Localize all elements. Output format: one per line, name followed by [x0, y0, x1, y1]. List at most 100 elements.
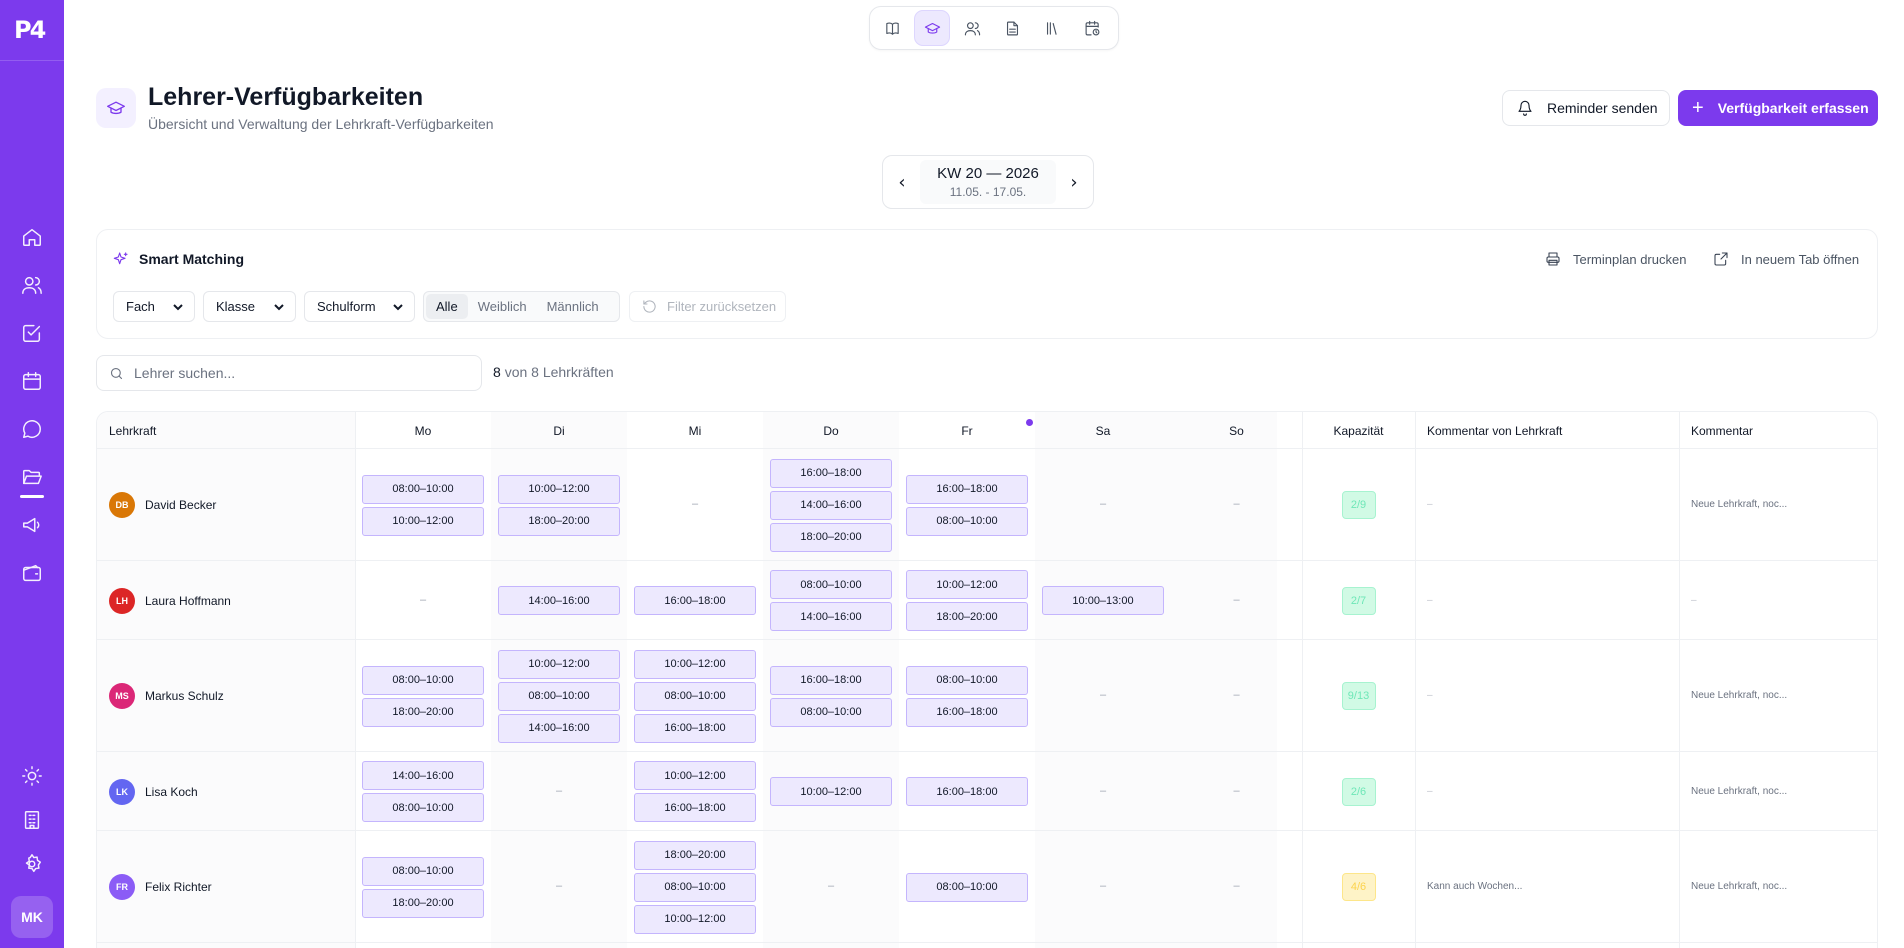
- teacher-comment[interactable]: –: [1427, 786, 1433, 797]
- time-slot[interactable]: 08:00–10:00: [362, 793, 484, 822]
- time-slot[interactable]: 08:00–10:00: [906, 665, 1028, 695]
- users-icon[interactable]: [20, 273, 44, 297]
- time-slot[interactable]: 10:00–12:00: [906, 570, 1028, 599]
- time-slot[interactable]: 16:00–18:00: [770, 665, 892, 695]
- time-slot[interactable]: 18:00–20:00: [498, 506, 620, 536]
- time-slot[interactable]: 10:00–13:00: [1042, 586, 1164, 615]
- chevron-down-icon: [274, 303, 284, 310]
- teacher-cell[interactable]: DB David Becker: [109, 492, 216, 518]
- graduation-cap-icon: [96, 88, 136, 128]
- send-reminder-button[interactable]: Reminder senden: [1502, 90, 1670, 126]
- add-availability-button[interactable]: + Verfügbarkeit erfassen: [1678, 90, 1878, 126]
- teacher-search: [96, 355, 482, 391]
- previous-week-button[interactable]: ‹: [891, 171, 913, 193]
- gear-icon[interactable]: [20, 852, 44, 876]
- graduation-cap-icon[interactable]: [914, 10, 950, 46]
- table-row: MS Markus Schulz 08:00–10:00 18:00–20:00 10:…: [97, 640, 1877, 752]
- open-new-tab-button[interactable]: In neuem Tab öffnen: [1713, 251, 1859, 267]
- time-slot[interactable]: 10:00–12:00: [634, 761, 756, 790]
- library-icon[interactable]: [1034, 10, 1070, 46]
- class-filter-dropdown[interactable]: Klasse: [203, 291, 296, 322]
- teacher-cell[interactable]: LH Laura Hoffmann: [109, 587, 231, 614]
- teacher-comment[interactable]: –: [1427, 595, 1433, 606]
- teacher-cell[interactable]: FR Felix Richter: [109, 874, 212, 900]
- time-slot[interactable]: 10:00–12:00: [634, 904, 756, 934]
- time-slot[interactable]: 16:00–18:00: [634, 713, 756, 743]
- time-slot[interactable]: 18:00–20:00: [634, 840, 756, 870]
- gender-male-option[interactable]: Männlich: [537, 294, 609, 319]
- time-slot[interactable]: 08:00–10:00: [362, 665, 484, 695]
- time-slot[interactable]: 16:00–18:00: [634, 793, 756, 822]
- sun-icon[interactable]: [20, 764, 44, 788]
- gender-female-option[interactable]: Weiblich: [468, 294, 537, 319]
- time-slot[interactable]: 18:00–20:00: [770, 522, 892, 552]
- checklist-icon[interactable]: [20, 321, 44, 345]
- calendar-clock-icon[interactable]: [1074, 10, 1110, 46]
- time-slot[interactable]: 08:00–10:00: [770, 697, 892, 727]
- time-slot[interactable]: 16:00–18:00: [906, 777, 1028, 806]
- megaphone-icon[interactable]: [20, 513, 44, 537]
- teacher-comment[interactable]: –: [1427, 690, 1433, 701]
- time-slot[interactable]: 10:00–12:00: [362, 506, 484, 536]
- time-slot[interactable]: 08:00–10:00: [362, 474, 484, 504]
- comment-cell[interactable]: Neue Lehrkraft, noc...: [1691, 786, 1787, 797]
- gender-all-option[interactable]: Alle: [426, 294, 468, 319]
- time-slot[interactable]: 18:00–20:00: [362, 697, 484, 727]
- folder-open-icon[interactable]: [20, 465, 44, 489]
- building-icon[interactable]: [20, 808, 44, 832]
- time-slot[interactable]: 16:00–18:00: [906, 474, 1028, 504]
- user-avatar[interactable]: MK: [11, 896, 53, 938]
- document-icon[interactable]: [994, 10, 1030, 46]
- time-slot[interactable]: 10:00–12:00: [634, 649, 756, 679]
- teacher-search-input[interactable]: [134, 365, 464, 381]
- empty-slot: –: [1233, 593, 1240, 606]
- school-type-filter-dropdown[interactable]: Schulform: [304, 291, 415, 322]
- teacher-cell[interactable]: MS Markus Schulz: [109, 683, 224, 709]
- comment-cell[interactable]: Neue Lehrkraft, noc...: [1691, 499, 1787, 510]
- app-logo[interactable]: P4: [14, 16, 50, 44]
- external-link-icon: [1714, 252, 1728, 266]
- calendar-icon[interactable]: [20, 369, 44, 393]
- time-slot[interactable]: 08:00–10:00: [634, 681, 756, 711]
- comment-cell[interactable]: –: [1691, 595, 1697, 606]
- time-slot[interactable]: 14:00–16:00: [498, 713, 620, 743]
- chat-icon[interactable]: [20, 417, 44, 441]
- time-slot[interactable]: 08:00–10:00: [906, 872, 1028, 902]
- subject-filter-dropdown[interactable]: Fach: [113, 291, 195, 322]
- page-title: Lehrer-Verfügbarkeiten: [148, 83, 424, 111]
- teacher-comment[interactable]: Kann auch Wochen...: [1427, 881, 1522, 892]
- time-slot[interactable]: 08:00–10:00: [362, 856, 484, 886]
- print-schedule-button[interactable]: Terminplan drucken: [1545, 251, 1686, 267]
- time-slot[interactable]: 16:00–18:00: [906, 697, 1028, 727]
- home-icon[interactable]: [20, 225, 44, 249]
- teacher-comment[interactable]: –: [1427, 499, 1433, 510]
- time-slot[interactable]: 08:00–10:00: [634, 872, 756, 902]
- time-slot[interactable]: 16:00–18:00: [634, 586, 756, 615]
- time-slot[interactable]: 16:00–18:00: [770, 458, 892, 488]
- time-slot[interactable]: 14:00–16:00: [498, 586, 620, 615]
- time-slot[interactable]: 08:00–10:00: [770, 570, 892, 599]
- time-slot[interactable]: 08:00–10:00: [906, 506, 1028, 536]
- time-slot[interactable]: 08:00–10:00: [498, 681, 620, 711]
- wallet-icon[interactable]: [20, 561, 44, 585]
- time-slot[interactable]: 18:00–20:00: [362, 888, 484, 918]
- table-row: LH Laura Hoffmann – 14:00–16:00 16:00–18:00 0…: [97, 561, 1877, 640]
- time-slot[interactable]: 18:00–20:00: [906, 602, 1028, 631]
- comment-cell[interactable]: Neue Lehrkraft, noc...: [1691, 881, 1787, 892]
- users-icon[interactable]: [954, 10, 990, 46]
- time-slot[interactable]: 14:00–16:00: [770, 602, 892, 631]
- next-week-button[interactable]: ›: [1063, 171, 1085, 193]
- reset-filters-button[interactable]: Filter zurücksetzen: [629, 291, 786, 322]
- time-slot[interactable]: 14:00–16:00: [770, 490, 892, 520]
- empty-slot: –: [1100, 689, 1107, 701]
- time-slot[interactable]: 14:00–16:00: [362, 761, 484, 790]
- empty-slot: –: [420, 593, 427, 606]
- book-icon[interactable]: [874, 10, 910, 46]
- top-navigation: [869, 6, 1119, 50]
- table-header: Lehrkraft Mo Di Mi Do Fr Sa So Kapazität…: [97, 412, 1877, 449]
- time-slot[interactable]: 10:00–12:00: [498, 474, 620, 504]
- time-slot[interactable]: 10:00–12:00: [770, 777, 892, 806]
- comment-cell[interactable]: Neue Lehrkraft, noc...: [1691, 690, 1787, 701]
- teacher-cell[interactable]: LK Lisa Koch: [109, 778, 198, 805]
- time-slot[interactable]: 10:00–12:00: [498, 649, 620, 679]
